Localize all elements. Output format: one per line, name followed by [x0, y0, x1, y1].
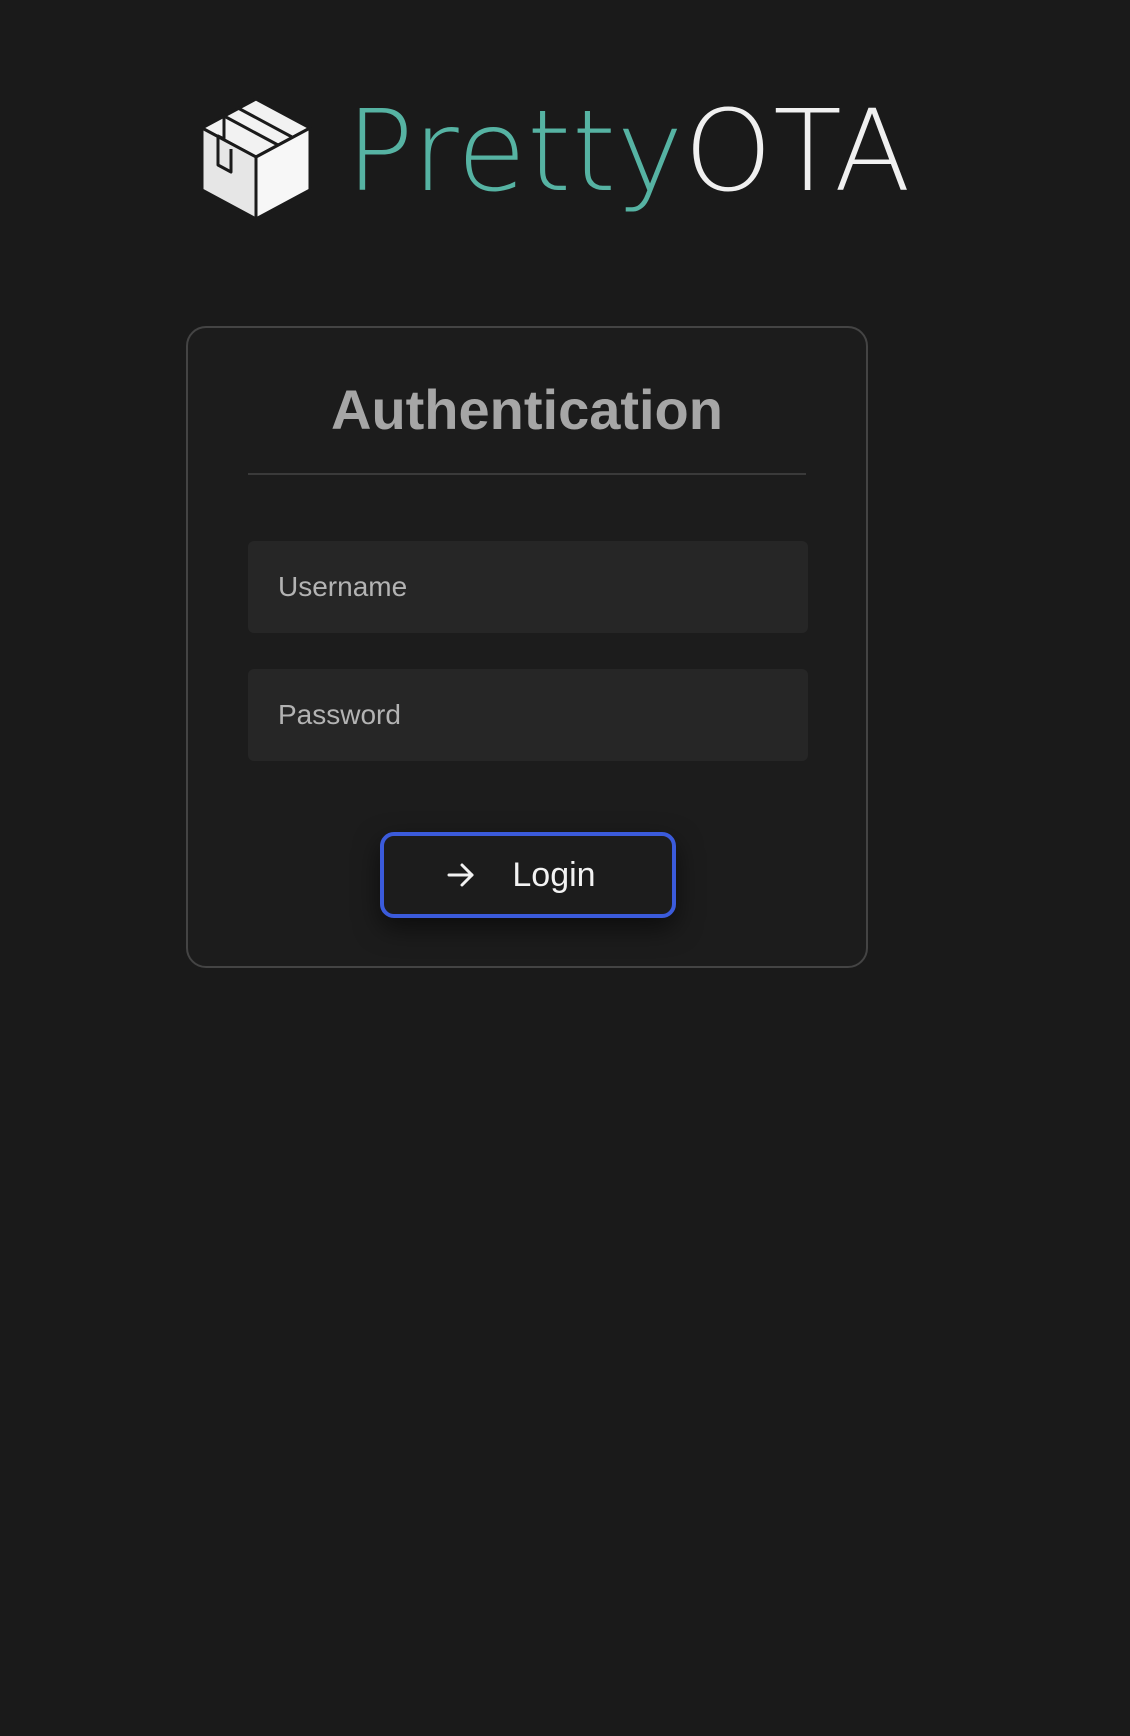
- login-button[interactable]: Login: [380, 832, 676, 918]
- brand-name-ota: OTA: [684, 87, 912, 217]
- username-input[interactable]: [248, 541, 808, 633]
- brand-name-pretty: Pretty: [346, 87, 685, 217]
- title-divider: [248, 473, 806, 475]
- login-button-label: Login: [512, 855, 596, 894]
- brand-name: Pretty OTA: [346, 96, 912, 208]
- page-title: Authentication: [331, 378, 723, 441]
- login-page: PrettyOTA Authentication Login: [0, 0, 1130, 1736]
- password-input[interactable]: [248, 669, 808, 761]
- package-box-icon: [200, 97, 312, 221]
- authentication-card: Authentication Login: [186, 326, 868, 968]
- arrow-right-icon: [447, 863, 474, 887]
- brand-header: Pretty OTA: [198, 94, 912, 224]
